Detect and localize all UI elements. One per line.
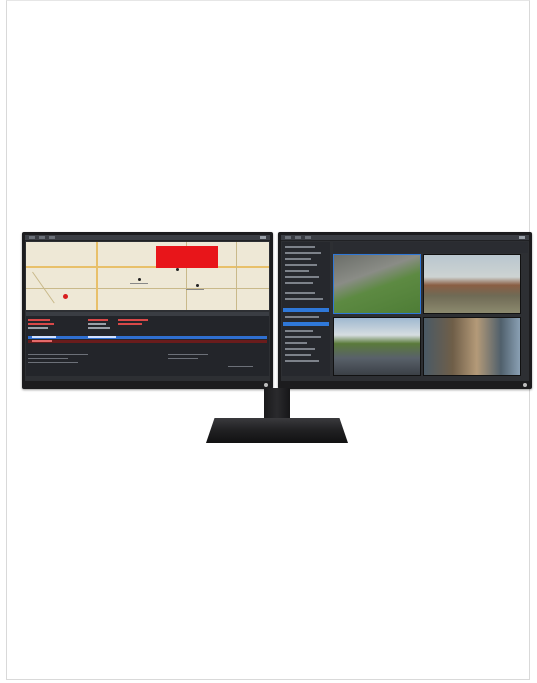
power-button-icon[interactable] [523, 383, 527, 387]
monitor-stand-base [206, 418, 348, 443]
video-wall [333, 242, 528, 376]
table-row-selected[interactable] [28, 336, 267, 339]
close-icon [260, 236, 266, 239]
map-road [26, 288, 269, 289]
right-app-titlebar [281, 235, 529, 241]
map-alert-box[interactable] [156, 246, 218, 268]
left-screen [25, 235, 270, 381]
right-monitor [278, 232, 532, 389]
table-row[interactable] [28, 319, 267, 322]
camera-tree-panel[interactable] [282, 242, 330, 376]
left-app-titlebar [25, 235, 270, 241]
grid-header [26, 312, 269, 316]
table-row[interactable] [28, 327, 267, 330]
video-toolbar [333, 242, 528, 253]
power-button-icon[interactable] [264, 383, 268, 387]
map-marker-icon[interactable] [196, 284, 199, 287]
map-marker-icon[interactable] [138, 278, 141, 281]
camera-tree-item-selected[interactable] [283, 322, 329, 326]
map-road [236, 242, 237, 310]
map-road [26, 266, 269, 268]
dual-monitor-display [22, 232, 534, 444]
menu-item [295, 236, 301, 239]
close-icon [519, 236, 525, 239]
menu-icon [29, 236, 35, 239]
right-screen [281, 235, 529, 381]
map-road [96, 242, 98, 310]
camera-tile-street[interactable] [333, 317, 421, 376]
left-monitor [22, 232, 273, 389]
table-row[interactable] [28, 340, 267, 343]
map-marker-icon[interactable] [176, 268, 179, 271]
map-place-label [130, 283, 148, 284]
camera-tile-parking-lot[interactable] [333, 254, 421, 314]
menu-item [49, 236, 55, 239]
menu-item [39, 236, 45, 239]
camera-tile-entrance[interactable] [423, 317, 521, 376]
map-place-label [186, 289, 204, 290]
menu-item [305, 236, 311, 239]
incident-detail-panel [28, 352, 267, 374]
incident-grid[interactable] [26, 312, 269, 376]
map-panel[interactable] [26, 242, 269, 310]
camera-tree-item-selected[interactable] [283, 308, 329, 312]
menu-icon [285, 236, 291, 239]
table-row[interactable] [28, 323, 267, 326]
map-alert-marker-icon[interactable] [63, 294, 68, 299]
camera-tile-building[interactable] [423, 254, 521, 314]
